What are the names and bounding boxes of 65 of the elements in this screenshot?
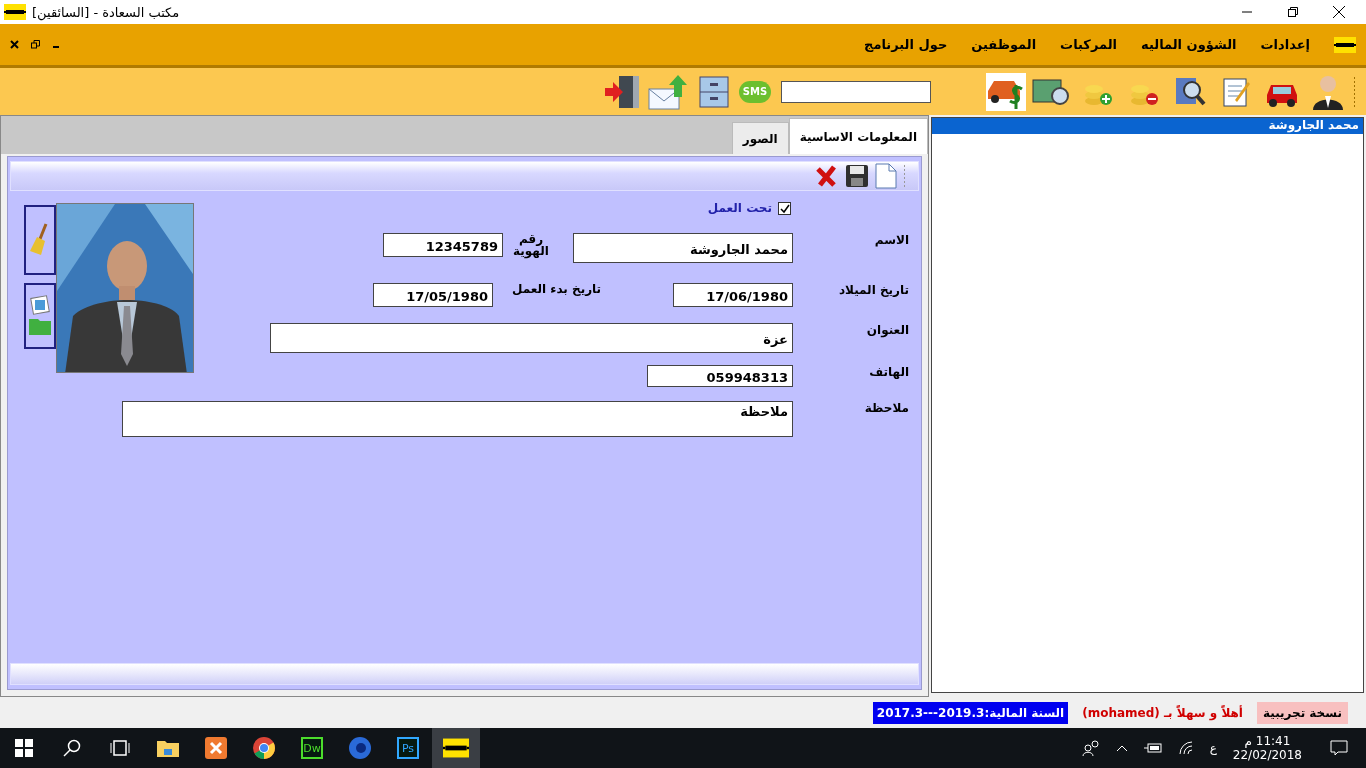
fiscal-year-label: السنة المالية:2019.3---2017.3 xyxy=(872,701,1069,724)
chrome-icon[interactable] xyxy=(253,737,275,759)
menu-item[interactable]: حول البرنامج xyxy=(864,37,948,52)
logo-icon xyxy=(1334,36,1356,53)
field-label: تاريخ الميلاد xyxy=(837,283,910,297)
delete-icon[interactable] xyxy=(815,164,839,188)
tab[interactable]: المعلومات الاساسية xyxy=(788,118,928,154)
list-item[interactable]: محمد الجاروشة xyxy=(932,118,1363,134)
input-field[interactable]: 059948313 xyxy=(647,365,793,387)
notepad-icon[interactable] xyxy=(1221,75,1251,108)
menu-item[interactable]: إعدادات xyxy=(1260,37,1310,52)
restore-icon[interactable] xyxy=(31,40,40,49)
magnifier-icon[interactable] xyxy=(1174,75,1206,108)
field-label: العنوان xyxy=(865,323,910,337)
menu-item[interactable]: الموظفين xyxy=(971,37,1037,52)
people-icon[interactable] xyxy=(1081,740,1100,756)
firefox-icon[interactable] xyxy=(349,737,371,759)
menu-item[interactable]: المركبات xyxy=(1060,37,1118,52)
input-field[interactable]: عزة xyxy=(270,323,793,353)
grip-icon xyxy=(903,165,906,187)
field-label: رقم الهوية xyxy=(512,233,550,257)
logo-icon xyxy=(4,4,26,20)
task-view-icon[interactable] xyxy=(110,740,130,756)
save-icon[interactable] xyxy=(845,164,869,188)
menu-item[interactable]: الشؤون الماليه xyxy=(1141,37,1237,52)
welcome-text: أهلاً و سهلاً بـ (mohamed) xyxy=(1082,705,1243,720)
field-label: الاسم xyxy=(873,233,910,247)
language-indicator[interactable]: ع xyxy=(1209,741,1217,755)
field-label: ملاحظة xyxy=(863,401,910,415)
checkbox[interactable] xyxy=(778,201,791,215)
folder-icon[interactable] xyxy=(157,739,179,757)
exit-door-icon[interactable] xyxy=(603,73,641,110)
app-icon[interactable]: Dw xyxy=(301,737,323,759)
restore-icon[interactable] xyxy=(1288,7,1298,17)
user-icon[interactable] xyxy=(1311,73,1345,110)
field-label: الهاتف xyxy=(868,365,910,379)
grip-icon xyxy=(1353,76,1356,107)
input-field[interactable]: 17/06/1980 xyxy=(673,283,793,307)
chevron-up-icon[interactable] xyxy=(1115,744,1128,752)
wifi-icon[interactable] xyxy=(1177,740,1194,756)
input-field[interactable]: محمد الجاروشة xyxy=(573,233,793,263)
open-image-button[interactable] xyxy=(24,283,56,349)
windows-icon[interactable] xyxy=(15,739,33,757)
search-field[interactable] xyxy=(781,80,931,103)
close-icon[interactable] xyxy=(1333,6,1345,18)
logo-icon xyxy=(443,737,469,759)
cabinet-icon[interactable] xyxy=(697,74,731,109)
note-field[interactable]: ملاحظة xyxy=(122,401,793,437)
input-field[interactable]: 12345789 xyxy=(383,233,503,257)
close-icon[interactable] xyxy=(10,40,19,49)
app-icon[interactable]: Ps xyxy=(397,737,419,759)
xampp-icon[interactable] xyxy=(205,737,227,759)
window-title: مكتب السعادة - [السائقين] xyxy=(32,4,180,20)
checkbox-label: تحت العمل xyxy=(707,201,772,215)
image-folder-icon xyxy=(28,295,52,337)
broom-button[interactable] xyxy=(24,205,56,275)
battery-icon[interactable] xyxy=(1143,742,1162,754)
car-dollar-icon[interactable] xyxy=(986,72,1026,111)
tab[interactable]: الصور xyxy=(731,122,789,154)
new-document-icon[interactable] xyxy=(875,163,897,189)
input-field[interactable]: 17/05/1980 xyxy=(373,283,493,307)
field-label: تاريخ بدء العمل xyxy=(510,283,603,295)
search-icon[interactable] xyxy=(63,739,81,757)
trial-label: نسخة تجريبية xyxy=(1256,701,1348,724)
notification-icon[interactable] xyxy=(1330,740,1348,756)
